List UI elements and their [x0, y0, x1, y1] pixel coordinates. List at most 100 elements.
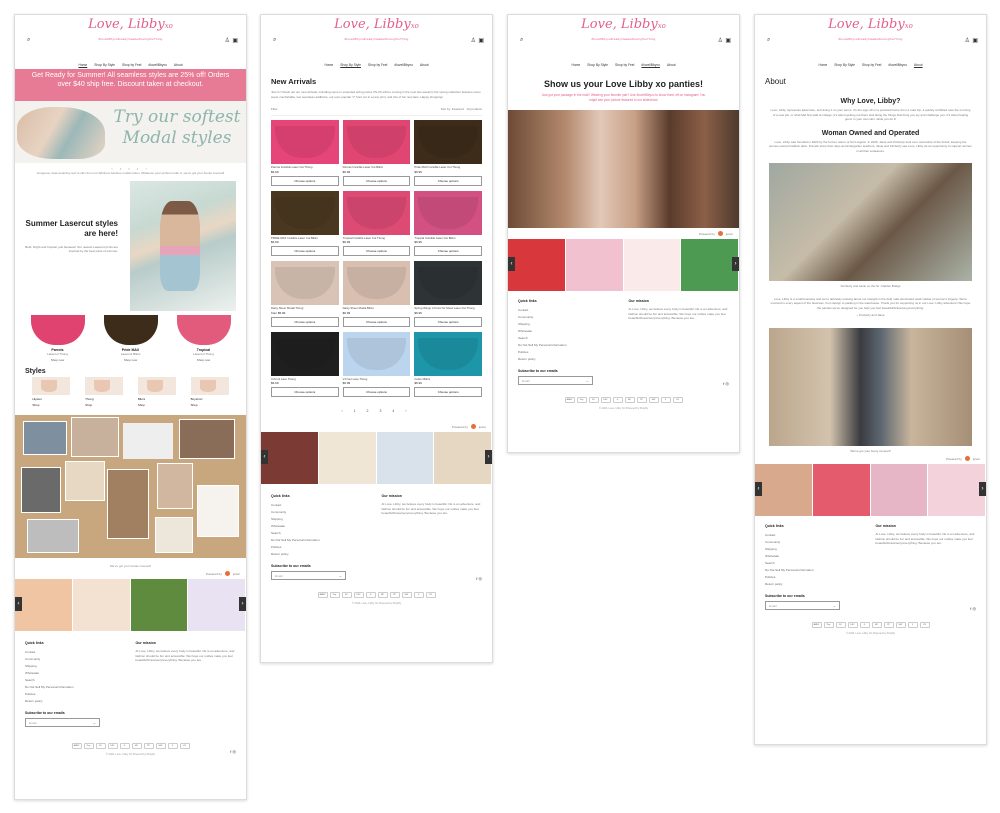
- social-feed-strip[interactable]: ‹ ›: [508, 239, 739, 291]
- feed-image[interactable]: [72, 579, 131, 631]
- pagination[interactable]: ‹ 1 2 3 4 ›: [261, 409, 492, 413]
- style-shop-link[interactable]: Shop: [32, 403, 70, 407]
- brand-logo[interactable]: Love, Libbyxo #loveliBbyxo#readylitaabe#l…: [15, 18, 246, 45]
- footer-link[interactable]: Do Not Sell My Personal Information: [765, 567, 866, 574]
- footer-link[interactable]: Search: [25, 677, 126, 684]
- shop-now-button[interactable]: Shop now: [27, 358, 89, 362]
- style-shop-link[interactable]: Shop: [85, 403, 123, 407]
- footer-link[interactable]: Do Not Sell My Personal Information: [25, 684, 126, 691]
- footer-link[interactable]: Shipping: [765, 546, 866, 553]
- email-field[interactable]: Email →: [765, 601, 840, 610]
- filter-button[interactable]: Filter: [271, 107, 278, 111]
- footer-link[interactable]: Community: [765, 539, 866, 546]
- social-feed-strip[interactable]: ‹ ›: [261, 432, 492, 484]
- style-card[interactable]: Boyshort Shop: [190, 377, 229, 407]
- choose-options-button[interactable]: Choose options: [414, 175, 482, 186]
- product-card[interactable]: V-Front Lace Thong $6.99 Choose options: [271, 331, 339, 397]
- feed-next-arrow[interactable]: ›: [239, 597, 246, 611]
- promo-banner[interactable]: Get Ready for Summer! All seamless style…: [15, 69, 246, 101]
- feed-image[interactable]: [130, 579, 189, 631]
- footer-link[interactable]: Wholesale: [765, 553, 866, 560]
- cart-icon[interactable]: ▣: [478, 37, 484, 44]
- footer-link[interactable]: Return policy: [25, 698, 126, 705]
- feed-image[interactable]: [376, 432, 435, 484]
- product-image[interactable]: [342, 190, 411, 235]
- product-image[interactable]: [271, 120, 339, 164]
- account-icon[interactable]: ♙: [718, 37, 723, 44]
- footer-link[interactable]: Contact: [518, 307, 619, 314]
- choose-options-button[interactable]: Choose options: [414, 387, 482, 397]
- product-image[interactable]: [414, 190, 482, 235]
- product-card[interactable]: Cotton Bikini $6.99 Choose options: [414, 331, 482, 397]
- feed-image[interactable]: [318, 432, 377, 484]
- footer-link[interactable]: Search: [765, 560, 866, 567]
- footer-link[interactable]: Shipping: [518, 321, 619, 328]
- feed-next-arrow[interactable]: ›: [979, 482, 986, 496]
- footer-link[interactable]: Search: [271, 530, 372, 537]
- hero-slide[interactable]: Try our softest Modal styles: [15, 101, 246, 163]
- choose-options-button[interactable]: Choose options: [271, 246, 339, 256]
- footer-link[interactable]: Return policy: [765, 581, 866, 588]
- juicer-header[interactable]: Powered by juicer: [508, 228, 739, 239]
- product-card[interactable]: Pride MAX Invisible Laser Cut Thong $6.99…: [414, 120, 482, 186]
- footer-link[interactable]: Return policy: [271, 551, 372, 558]
- footer-link[interactable]: Community: [518, 314, 619, 321]
- product-card[interactable]: Tropical Invisible Laser Cut Thong $6.99 C…: [342, 190, 411, 256]
- footer-link[interactable]: Community: [271, 509, 372, 516]
- subscribe-arrow-icon[interactable]: →: [92, 720, 96, 725]
- product-image[interactable]: [342, 120, 411, 164]
- choose-options-button[interactable]: Choose options: [414, 246, 482, 256]
- footer-link[interactable]: Contact: [271, 502, 372, 509]
- footer-link[interactable]: Search: [518, 335, 619, 342]
- social-icons[interactable]: f ◎: [970, 606, 976, 611]
- feed-image[interactable]: [434, 432, 492, 484]
- product-card[interactable]: Parrots Invisible Laser Cut Thong $6.99 Ch…: [271, 120, 339, 186]
- footer-link[interactable]: Policies: [518, 349, 619, 356]
- nav-about[interactable]: About: [420, 63, 429, 67]
- feed-image[interactable]: [508, 239, 566, 291]
- feed-prev-arrow[interactable]: ‹: [15, 597, 22, 611]
- feed-prev-arrow[interactable]: ‹: [755, 482, 762, 496]
- product-image[interactable]: [414, 261, 482, 305]
- feed-image[interactable]: [15, 579, 73, 631]
- product-card[interactable]: Parrots Lasercut Thong Shop now: [27, 315, 89, 362]
- feed-image[interactable]: [565, 239, 624, 291]
- subscribe-arrow-icon[interactable]: →: [832, 603, 836, 608]
- product-image[interactable]: [342, 331, 411, 376]
- nav-home[interactable]: Home: [818, 63, 827, 67]
- cart-icon[interactable]: ▣: [972, 37, 978, 44]
- feed-image[interactable]: [261, 432, 319, 484]
- product-image[interactable]: [342, 261, 411, 305]
- social-icons[interactable]: f ◎: [476, 576, 482, 581]
- nav-shop-by-feel[interactable]: Shop by Feel: [615, 63, 634, 67]
- subscribe-arrow-icon[interactable]: →: [338, 573, 342, 578]
- brand-logo[interactable]: Love, Libbyxo #loveliBbyxo#readylitaabe#l…: [261, 18, 492, 45]
- feed-image[interactable]: [681, 239, 739, 291]
- nav-shop-by-style[interactable]: Shop By Style: [340, 63, 361, 67]
- feed-prev-arrow[interactable]: ‹: [508, 257, 515, 271]
- nav-show[interactable]: #loveliBbyxo: [641, 63, 660, 67]
- juicer-header[interactable]: Powered by juicer: [261, 421, 492, 432]
- footer-link[interactable]: Community: [25, 656, 126, 663]
- product-card[interactable]: Pride MAX Lasercut Bikini Shop now: [100, 315, 162, 362]
- nav-home[interactable]: Home: [78, 63, 87, 67]
- product-card[interactable]: Spring Wings V-Front No Show Laser Cut T…: [414, 261, 482, 327]
- product-card[interactable]: Daisy Sheer Modal Thong from $5.99 Choose …: [271, 261, 339, 327]
- product-card[interactable]: Daisy Sheer Modal Bikini $6.99 Choose opti…: [342, 261, 411, 327]
- style-shop-link[interactable]: Shop: [138, 403, 176, 407]
- brand-logo[interactable]: Love, Libbyxo #loveliBbyxo#readylitaabe#l…: [755, 18, 986, 45]
- footer-link[interactable]: Wholesale: [25, 670, 126, 677]
- feed-next-arrow[interactable]: ›: [732, 257, 739, 271]
- nav-shop-by-style[interactable]: Shop By Style: [94, 63, 115, 67]
- nav-shop-by-feel[interactable]: Shop by Feel: [122, 63, 141, 67]
- feed-image[interactable]: [188, 579, 246, 631]
- choose-options-button[interactable]: Choose options: [414, 316, 482, 327]
- product-image[interactable]: [414, 331, 482, 376]
- product-image[interactable]: [271, 331, 339, 376]
- product-card[interactable]: Tropical Lasercut Thong Shop now: [173, 315, 235, 362]
- account-icon[interactable]: ♙: [225, 37, 230, 44]
- footer-link[interactable]: Contact: [25, 649, 126, 656]
- footer-link[interactable]: Contact: [765, 532, 866, 539]
- shop-now-button[interactable]: Shop now: [100, 358, 162, 362]
- nav-shop-by-style[interactable]: Shop By Style: [834, 63, 855, 67]
